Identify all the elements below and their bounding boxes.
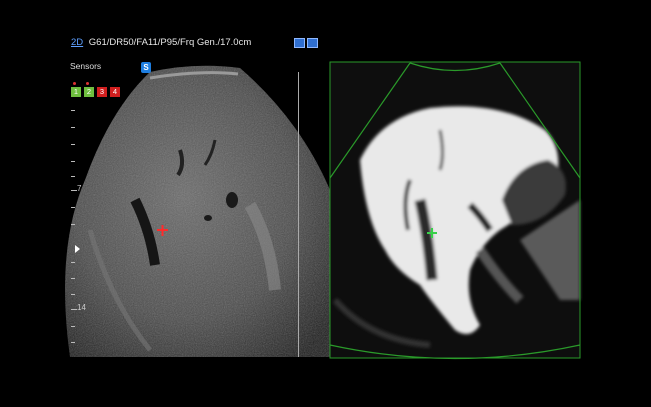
mri-fusion-view[interactable] [0,0,651,407]
